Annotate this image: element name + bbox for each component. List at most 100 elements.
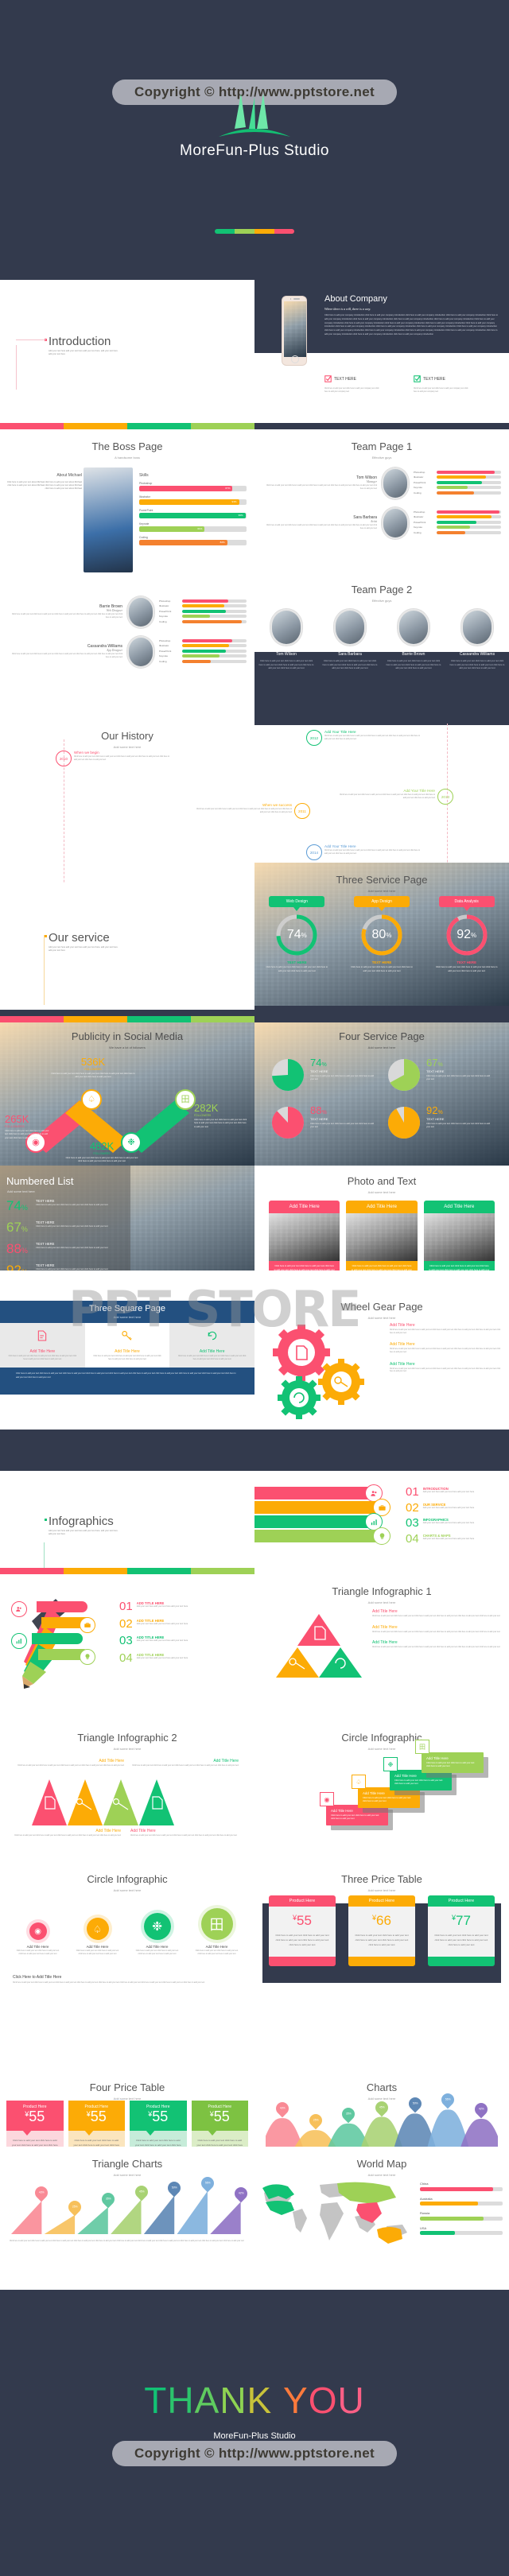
triangle1-subtitle: Add some text here: [367, 1600, 396, 1604]
price-card-body-wrap: ¥66 Click here to add your text click he…: [348, 1907, 415, 1957]
price-card[interactable]: Product Here ¥66 Click here to add your …: [348, 1895, 415, 1967]
circle1-card[interactable]: ❉ Add Title Here Click here to add your …: [383, 1757, 452, 1790]
copyright-badge-bottom: Copyright © http://www.pptstore.net: [112, 2441, 397, 2466]
weibo-icon[interactable]: ◉: [29, 1922, 47, 1940]
social-value: 536K: [80, 1056, 106, 1068]
map-legend-fill: [420, 2186, 493, 2191]
team2-name: Cassandra Williams: [459, 652, 495, 657]
price-card-arrow: [146, 2129, 155, 2136]
qq-icon[interactable]: ♤: [86, 1918, 109, 1940]
square-card[interactable]: Add Title Here Click here to add your te…: [169, 1323, 254, 1368]
three-square-footer-text: Click here to add your text click here t…: [16, 1372, 236, 1379]
price-card-price: ¥55: [148, 2109, 169, 2124]
square-card[interactable]: Add Title Here Click here to add your te…: [0, 1323, 85, 1368]
bars-infographic-rows: 01 INTRODUCTION Add your text here add y…: [254, 1484, 509, 1545]
douban-icon[interactable]: 田: [200, 1908, 233, 1940]
price-card[interactable]: Product Here ¥55 Click here to add your …: [269, 1895, 336, 1967]
bulb-icon: [80, 1649, 95, 1665]
studio-name: MoreFun-Plus Studio: [180, 142, 329, 159]
skill-bar-fill: 93%: [139, 499, 239, 505]
three-square-subtitle: Add some text here: [113, 1315, 142, 1319]
info-number: 03: [406, 1516, 419, 1530]
social-body: Click here to add your text click here t…: [194, 1119, 247, 1128]
circle2-node: 田 Add Title Here Click here to add your …: [187, 1903, 247, 1956]
price-card[interactable]: Product Here ¥55 Click here to add your …: [130, 2101, 187, 2147]
member-skills: Photoshop Illustrator PowerPoint Keynote…: [159, 599, 247, 626]
slide-about-company: About Company Where there is a will, the…: [254, 280, 509, 423]
service-donut-wrap: 74%: [275, 914, 318, 956]
member-skill-name: Illustrator: [414, 475, 424, 479]
history-body: Click here to add your text click here t…: [324, 850, 421, 855]
price-card[interactable]: Product Here ¥55 Click here to add your …: [191, 2101, 248, 2147]
circle2-node-body: Click here to add your text click here t…: [76, 1950, 119, 1955]
four-service-body: Click here to add your text click here t…: [310, 1123, 375, 1129]
four-price-title: Four Price Table: [89, 2081, 165, 2093]
map-legend-row: USA: [420, 2226, 503, 2235]
member-skill-fill: [437, 526, 471, 530]
circle1-card[interactable]: ♤ Add Title Here Click here to add your …: [352, 1775, 420, 1808]
member-skill-track: [182, 649, 247, 653]
triangle-bar-4: [143, 2195, 175, 2234]
skill-row: Photoshop 87%: [139, 482, 247, 491]
map-usa-shape: [266, 2201, 294, 2215]
douban-icon[interactable]: 田: [175, 1089, 196, 1110]
triangle1-item-title: Add Title Here: [372, 1624, 398, 1630]
people-icon: [16, 1607, 21, 1612]
service-tag-arrow: [293, 907, 301, 911]
circle1-card-body: Click here to add your text click here t…: [426, 1762, 475, 1768]
member-skill-fill: [182, 654, 220, 658]
color-separator-1: [0, 423, 254, 429]
member-skill-track: [437, 486, 501, 490]
member-skill-name: Photoshop: [414, 470, 425, 474]
square-card[interactable]: Add Title Here Click here to add your te…: [84, 1323, 170, 1368]
gear-item: Add Title Here Click here to add your te…: [390, 1323, 501, 1335]
area-chart: 43% 25% 35% 45% 50% 56% 42%: [261, 2091, 503, 2147]
history-text: When we success Click here to add your t…: [196, 803, 292, 814]
triangle2-bottom-items: Add Title Here Click here to add your te…: [6, 1829, 245, 1838]
slide-social-media: Publicity in Social Media We have a lot …: [0, 1022, 254, 1166]
history-dark-cap: [254, 716, 509, 725]
boss-title: The Boss Page: [91, 440, 163, 452]
wechat-icon[interactable]: ❉: [143, 1913, 171, 1940]
history-title: Our History: [101, 730, 153, 742]
skill-bar-track: 61%: [139, 526, 247, 532]
team1-member-list-b: Barrie Brown Web Designer Click here to …: [0, 596, 254, 676]
circle1-card-title: Add Title Here: [394, 1774, 417, 1778]
price-card[interactable]: Product Here ¥55 Click here to add your …: [68, 2101, 125, 2147]
photo-card[interactable]: Add Title Here Click here to add your te…: [269, 1201, 340, 1281]
skill-bar-track: 99%: [139, 513, 247, 518]
tri-charts-caption: Click here to add your text click here t…: [10, 2240, 244, 2242]
square-card-title: Add Title Here: [115, 1349, 140, 1354]
member-skill-row: Coding: [159, 659, 247, 663]
slide-triangle-1: Triangle Infographic 1 Add some text her…: [254, 1574, 509, 1717]
member-skill-row: Photoshop: [159, 638, 247, 642]
skill-row: PowerPoint 99%: [139, 509, 247, 518]
circle1-card[interactable]: 田 Add Title Here Click here to add your …: [415, 1740, 484, 1773]
history-year-badge: 2013: [437, 789, 453, 805]
slide-team-2: Team Page 2 Effective guys Tom Wilson Cl…: [254, 572, 509, 716]
checkbox-icon: [414, 372, 421, 386]
map-legend-fill: [420, 2216, 484, 2221]
team2-body: Click here to add your text click here t…: [258, 660, 314, 670]
qq-icon[interactable]: ♤: [81, 1089, 102, 1110]
price-card[interactable]: Product Here ¥55 Click here to add your …: [6, 2101, 64, 2147]
circle2-node: ❉ Add Title Here Click here to add your …: [127, 1903, 187, 1956]
circle2-node-title: Add Title Here: [146, 1945, 169, 1949]
history-heading: When we success: [262, 803, 292, 807]
photo-card[interactable]: Add Title Here Click here to add your te…: [346, 1201, 418, 1281]
gears-illustration: [273, 1325, 364, 1419]
social-stat: 536K FOLLOWERS Click here to add your te…: [49, 1056, 137, 1080]
photo-card-image: [269, 1213, 340, 1261]
circle1-card-box: Add Title Here Click here to add your te…: [422, 1752, 484, 1773]
member-skill-track: [437, 526, 501, 530]
thank-you-letter: O: [308, 2380, 338, 2421]
chart-label-value: 45%: [379, 2105, 385, 2109]
photo-card[interactable]: Add Title Here Click here to add your te…: [423, 1201, 495, 1281]
circle1-card[interactable]: ◉ Add Title Here Click here to add your …: [320, 1792, 388, 1825]
circle1-card-box: Add Title Here Click here to add your te…: [358, 1787, 420, 1808]
chart-label-value: 25%: [72, 2205, 78, 2209]
pie-chart: [387, 1107, 420, 1139]
slide-three-price: Three Price Table Add some text here Pro…: [254, 1860, 509, 2004]
four-service-percent: 74%: [310, 1057, 327, 1069]
price-card[interactable]: Product Here ¥77 Click here to add your …: [428, 1895, 495, 1967]
